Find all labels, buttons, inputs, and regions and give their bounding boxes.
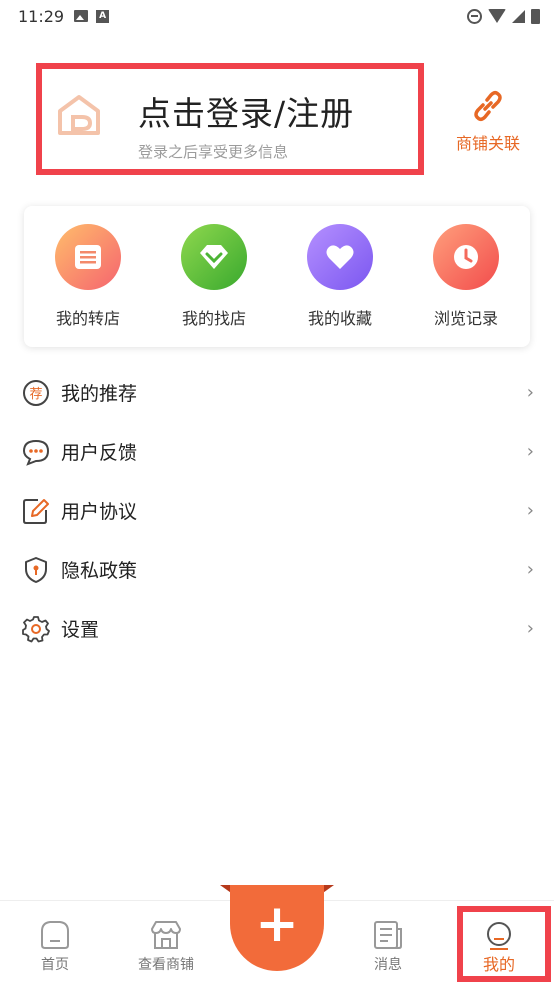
wifi-icon <box>488 9 506 23</box>
chevron-right-icon: › <box>526 618 534 639</box>
login-subtitle: 登录之后享受更多信息 <box>138 143 289 161</box>
battery-icon <box>531 8 540 24</box>
nav-messages[interactable]: 消息 <box>343 919 433 974</box>
quick-label: 我的找店 <box>181 309 246 328</box>
image-notification-icon <box>74 10 89 22</box>
gear-icon <box>22 615 50 642</box>
link-chain-icon <box>474 90 502 122</box>
nav-view-shops[interactable]: 查看商铺 <box>121 919 211 974</box>
my-transfer-shop-button[interactable]: 我的转店 <box>32 206 144 347</box>
nav-label: 查看商铺 <box>138 957 194 973</box>
link-shop-button[interactable]: 商铺关联 <box>446 88 530 154</box>
browse-history-button[interactable]: 浏览记录 <box>410 206 522 347</box>
chevron-right-icon: › <box>526 441 534 462</box>
clock-icon <box>433 224 499 290</box>
home-icon <box>41 921 69 949</box>
my-find-shop-button[interactable]: 我的找店 <box>158 206 270 347</box>
menu-label: 设置 <box>61 619 100 641</box>
status-bar: 11:29 A <box>0 0 554 32</box>
diamond-icon <box>181 224 247 290</box>
menu-label: 用户协议 <box>61 501 138 523</box>
me-highlight-frame <box>457 906 551 982</box>
menu-item-privacy-policy[interactable]: 隐私政策 › <box>0 540 554 599</box>
store-card-icon <box>55 224 121 290</box>
quick-actions-card: 我的转店 我的找店 我的收藏 浏览记录 <box>24 206 530 347</box>
menu-list: 荐 我的推荐 › 用户反馈 › 用户协议 › 隐私政策 › 设置 › <box>0 363 554 658</box>
feedback-icon <box>22 439 50 466</box>
agreement-icon <box>23 498 49 524</box>
nav-home[interactable]: 首页 <box>10 919 100 974</box>
heart-icon <box>307 224 373 290</box>
nav-label: 首页 <box>41 957 69 973</box>
login-register-area[interactable]: 点击登录/注册 登录之后享受更多信息 <box>36 63 424 175</box>
quick-label: 我的转店 <box>55 309 120 328</box>
quick-label: 我的收藏 <box>307 309 372 328</box>
menu-label: 用户反馈 <box>61 442 138 464</box>
chevron-right-icon: › <box>526 559 534 580</box>
my-favorites-button[interactable]: 我的收藏 <box>284 206 396 347</box>
menu-item-settings[interactable]: 设置 › <box>0 599 554 658</box>
app-notification-icon: A <box>96 9 110 23</box>
shop-icon <box>151 921 181 949</box>
plus-icon: + <box>255 894 299 954</box>
cell-signal-icon <box>512 9 525 23</box>
status-time: 11:29 <box>18 6 65 26</box>
login-title[interactable]: 点击登录/注册 <box>138 87 354 135</box>
add-button-body: + <box>230 885 324 971</box>
menu-label: 我的推荐 <box>61 383 138 405</box>
recommend-icon: 荐 <box>23 379 49 406</box>
do-not-disturb-icon <box>467 8 482 24</box>
chevron-right-icon: › <box>526 500 534 521</box>
menu-label: 隐私政策 <box>61 560 138 582</box>
messages-icon <box>374 921 402 949</box>
menu-item-my-recommend[interactable]: 荐 我的推荐 › <box>0 363 554 422</box>
chevron-right-icon: › <box>526 382 534 403</box>
link-shop-label: 商铺关联 <box>455 134 520 153</box>
svg-text:荐: 荐 <box>29 387 42 402</box>
nav-label: 消息 <box>374 957 402 973</box>
menu-item-user-agreement[interactable]: 用户协议 › <box>0 481 554 540</box>
quick-label: 浏览记录 <box>433 309 498 328</box>
menu-item-feedback[interactable]: 用户反馈 › <box>0 422 554 481</box>
add-post-button[interactable]: + <box>220 883 334 973</box>
privacy-shield-icon <box>25 556 47 583</box>
app-logo-icon <box>58 95 100 135</box>
